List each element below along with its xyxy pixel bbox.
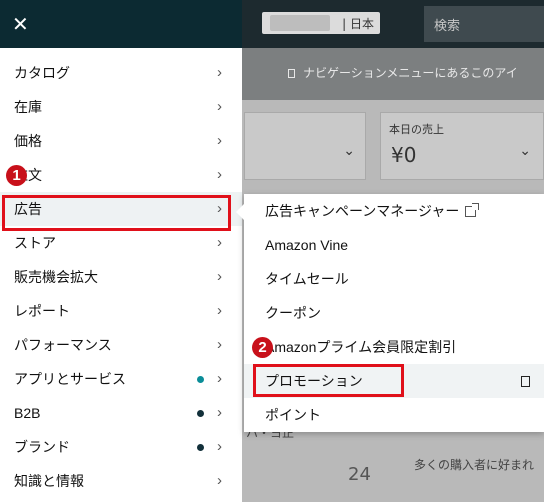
sidebar-item-label: 在庫 (14, 99, 42, 115)
chevron-right-icon: › (217, 336, 222, 353)
sidebar-item[interactable]: ストア › (0, 226, 242, 260)
close-icon[interactable]: ✕ (12, 14, 32, 34)
sidebar-item-label: アプリとサービス (14, 371, 126, 387)
submenu-item-label: Amazon Vine (265, 237, 349, 253)
chevron-down-icon: ⌄ (519, 143, 531, 159)
marketplace-label: | 日本 (342, 16, 374, 31)
sidebar-item[interactable]: レポート › (0, 294, 242, 328)
sidebar-item-label: B2B (14, 405, 41, 421)
sidebar-item-label: 価格 (14, 133, 42, 149)
submenu-item[interactable]: ポイント (244, 398, 544, 432)
sidebar-item[interactable]: ブランド › (0, 430, 242, 464)
chevron-right-icon: › (217, 472, 222, 489)
sidebar-item-label: ブランド (14, 439, 70, 455)
sidebar-item[interactable]: カタログ › (0, 56, 242, 90)
drawer-header: ✕ (0, 0, 242, 48)
chevron-right-icon: › (217, 234, 222, 251)
bookmark-icon (288, 69, 295, 78)
submenu-item-label: 広告キャンペーンマネージャー (265, 203, 460, 219)
submenu-item[interactable]: プロモーション (244, 364, 544, 398)
sidebar-item-label: レポート (14, 303, 70, 319)
chevron-right-icon: › (217, 438, 222, 455)
step-badge-1: 1 (6, 165, 27, 186)
sidebar-item[interactable]: 広告 › (0, 192, 242, 226)
background-snippet: 多くの購入者に好まれ (414, 458, 535, 472)
submenu-list: 広告キャンペーンマネージャー Amazon Vine タイムセール クーポン Amazo… (244, 194, 544, 432)
notification-dot-icon (197, 410, 204, 417)
submenu-item[interactable]: Amazonプライム会員限定割引 (244, 330, 544, 364)
sidebar-item[interactable]: 販売機会拡大 › (0, 260, 242, 294)
chevron-right-icon: › (217, 370, 222, 387)
sales-card-value: ¥0 (391, 143, 417, 167)
sidebar-item[interactable]: B2B › (0, 396, 242, 430)
advertising-submenu: 広告キャンペーンマネージャー Amazon Vine タイムセール クーポン Amazo… (236, 194, 544, 432)
chevron-right-icon: › (217, 302, 222, 319)
submenu-item-label: ポイント (265, 407, 321, 423)
chevron-right-icon: › (217, 200, 222, 217)
sales-card[interactable]: 本日の売上 ¥0 ⌄ (380, 112, 544, 180)
dashboard-card[interactable]: ⌄ (244, 112, 366, 180)
sidebar-item-label: カタログ (14, 65, 70, 81)
sidebar-item-label: ストア (14, 235, 56, 251)
sidebar-item[interactable]: 在庫 › (0, 90, 242, 124)
submenu-item[interactable]: クーポン (244, 296, 544, 330)
step-badge-2: 2 (252, 337, 273, 358)
chevron-right-icon: › (217, 404, 222, 421)
sidebar-item-label: 知識と情報 (14, 473, 84, 489)
nav-hint-text: ナビゲーションメニューにあるこのアイ (288, 64, 518, 81)
sidebar-item[interactable]: パフォーマンス › (0, 328, 242, 362)
submenu-item-label: クーポン (265, 305, 321, 321)
chevron-right-icon: › (217, 132, 222, 149)
bookmark-icon[interactable] (521, 376, 530, 387)
chevron-right-icon: › (217, 64, 222, 81)
sidebar-item-label: 広告 (14, 201, 42, 217)
sales-card-label: 本日の売上 (389, 123, 444, 136)
sidebar-item-label: 販売機会拡大 (14, 269, 98, 285)
sidebar-item[interactable]: 注文 › (0, 158, 242, 192)
chevron-right-icon: › (217, 98, 222, 115)
sidebar-item-label: パフォーマンス (14, 337, 112, 353)
sidebar-item[interactable]: 価格 › (0, 124, 242, 158)
submenu-item[interactable]: Amazon Vine (244, 228, 544, 262)
submenu-item-label: Amazonプライム会員限定割引 (265, 339, 457, 355)
submenu-item-label: プロモーション (265, 373, 363, 389)
sidebar-item[interactable]: アプリとサービス › (0, 362, 242, 396)
notification-dot-icon (197, 444, 204, 451)
flyout-pointer (236, 204, 244, 220)
search-input[interactable]: 検索 (424, 6, 544, 42)
chevron-right-icon: › (217, 268, 222, 285)
nav-menu: カタログ › 在庫 › 価格 › 注文 › 広告 › ストア › 販売機会拡大 › レポート › パフォーマンス… (0, 48, 242, 498)
chevron-down-icon: ⌄ (343, 143, 355, 159)
external-link-icon (465, 202, 480, 217)
notification-dot-icon (197, 376, 204, 383)
marketplace-selector[interactable]: | 日本 (262, 12, 380, 34)
navigation-drawer: ✕ カタログ › 在庫 › 価格 › 注文 › 広告 › ストア › 販売機会拡大 › レポート › パフォーマ… (0, 0, 242, 502)
background-number: 24 (348, 464, 371, 485)
blurred-store-name (270, 15, 330, 31)
submenu-item-label: タイムセール (265, 271, 349, 287)
search-placeholder: 検索 (434, 18, 461, 34)
submenu-item[interactable]: タイムセール (244, 262, 544, 296)
chevron-right-icon: › (217, 166, 222, 183)
submenu-item[interactable]: 広告キャンペーンマネージャー (244, 194, 544, 228)
sidebar-item[interactable]: 知識と情報 › (0, 464, 242, 498)
